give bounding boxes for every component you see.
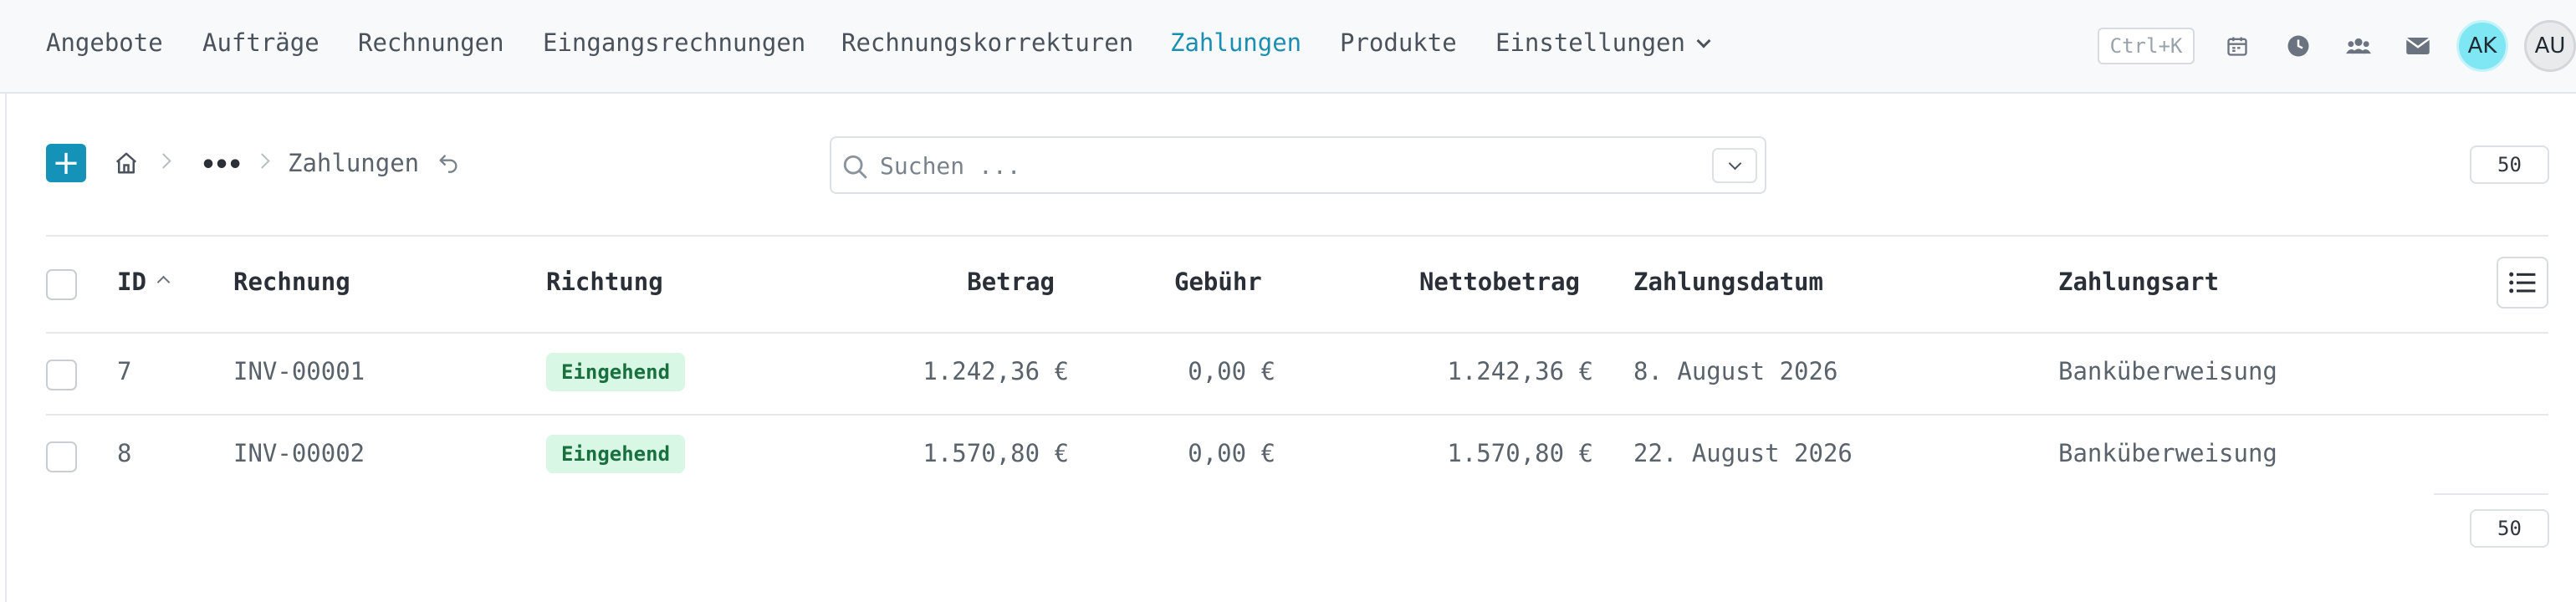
column-header-zahlungsart[interactable]: Zahlungsart [2058,268,2219,296]
breadcrumb-more-button[interactable]: ••• [201,150,243,180]
nav-item-einstellungen-label: Einstellungen [1495,28,1685,57]
cell-rechnung[interactable]: INV-00001 [233,357,365,385]
cell-id: 7 [117,357,132,385]
list-icon [2509,272,2536,293]
left-border [5,94,7,602]
home-icon[interactable] [114,150,139,179]
column-header-rechnung[interactable]: Rechnung [233,268,350,296]
nav-item-rechnungen[interactable]: Rechnungen [358,28,504,57]
cell-zahlungsart: Banküberweisung [2058,439,2277,467]
page-size-select-bottom[interactable]: 50 [2470,509,2549,548]
search-filter-dropdown[interactable] [1712,148,1757,183]
sort-ascending-icon[interactable] [156,275,171,289]
status-badge: Eingehend [546,353,685,391]
chevron-down-icon [1728,156,1741,170]
column-header-id[interactable]: ID [117,268,146,296]
table-top-border [46,235,2548,237]
row-checkbox[interactable] [46,360,77,390]
column-header-betrag[interactable]: Betrag [836,268,1055,296]
cell-zahlungsdatum: 8. August 2026 [1633,357,1838,385]
nav-item-auftraege[interactable]: Aufträge [202,28,319,57]
cell-zahlungsart: Banküberweisung [2058,357,2277,385]
select-all-checkbox[interactable] [46,269,77,300]
page-size-select-top[interactable]: 50 [2470,145,2549,184]
clock-icon[interactable] [2284,32,2313,60]
status-badge: Eingehend [546,435,685,473]
team-icon[interactable] [2344,32,2373,60]
cell-betrag: 1.570,80 € [923,439,1069,467]
row-divider-end [2434,414,2548,416]
breadcrumb-separator-icon [254,153,270,169]
column-settings-button[interactable] [2497,257,2548,309]
breadcrumb-current: Zahlungen [288,149,420,177]
cell-gebuehr: 0,00 € [1188,439,1275,467]
cell-zahlungsdatum: 22. August 2026 [1633,439,1853,467]
mail-icon[interactable] [2404,32,2432,60]
cell-betrag: 1.242,36 € [923,357,1069,385]
nav-item-rechnungskorrekturen[interactable]: Rechnungskorrekturen [841,28,1133,57]
column-header-nettobetrag[interactable]: Nettobetrag [1338,268,1580,296]
top-navigation-bar: Angebote Aufträge Rechnungen Eingangsrec… [0,0,2576,94]
nav-item-produkte[interactable]: Produkte [1340,28,1457,57]
cell-rechnung[interactable]: INV-00002 [233,439,365,467]
column-header-zahlungsdatum[interactable]: Zahlungsdatum [1633,268,1823,296]
table-header-border [46,332,2548,334]
row-checkbox[interactable] [46,441,77,472]
chevron-down-icon [1696,33,1711,48]
table-bottom-border [2434,493,2548,495]
search-box [830,136,1766,194]
search-input[interactable] [880,150,1674,181]
avatar-au[interactable]: AU [2524,20,2576,72]
cell-nettobetrag: 1.570,80 € [1447,439,1593,467]
nav-item-eingangsrechnungen[interactable]: Eingangsrechnungen [543,28,805,57]
nav-item-zahlungen[interactable]: Zahlungen [1170,28,1301,57]
cell-gebuehr: 0,00 € [1188,357,1275,385]
column-header-gebuehr[interactable]: Gebühr [1174,268,1262,296]
avatar-ak[interactable]: AK [2456,20,2508,72]
command-palette-shortcut[interactable]: Ctrl+K [2098,28,2195,64]
nav-item-angebote[interactable]: Angebote [46,28,163,57]
add-payment-button[interactable]: + [46,144,86,182]
column-header-richtung[interactable]: Richtung [546,268,663,296]
undo-icon[interactable] [437,150,460,177]
cell-id: 8 [117,439,132,467]
row-divider [46,414,2434,416]
nav-item-einstellungen[interactable]: Einstellungen [1495,28,1711,57]
calendar-icon[interactable] [2223,32,2251,60]
breadcrumb-separator-icon [156,153,171,169]
cell-nettobetrag: 1.242,36 € [1447,357,1593,385]
search-icon [841,153,870,185]
